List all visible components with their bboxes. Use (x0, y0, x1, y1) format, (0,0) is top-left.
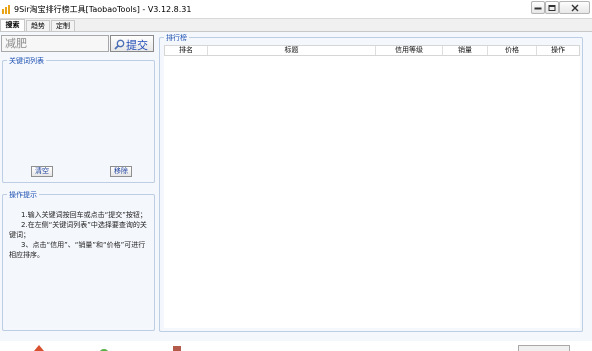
title-bar: 9Sir淘宝排行榜工具[TaobaoTools] - V3.12.8.31 (0, 0, 592, 19)
submit-button[interactable]: 提交 (110, 35, 154, 52)
ranking-table-header: 排名 标题 信用等级 销量 价格 操作 (164, 45, 580, 56)
column-header-title: 标题 (208, 46, 376, 55)
close-icon (571, 4, 578, 11)
tab-search[interactable]: 搜索 (0, 19, 25, 31)
minimize-icon (534, 7, 542, 9)
ranking-group: 排行榜 排名 标题 信用等级 销量 价格 操作 (159, 33, 583, 332)
clear-button[interactable]: 清空 (31, 166, 53, 177)
remove-button[interactable]: 移除 (110, 166, 132, 177)
bottom-button[interactable] (518, 345, 570, 351)
tab-strip: 搜索 趋势 定制 (0, 19, 592, 31)
home-icon[interactable] (33, 343, 45, 351)
refresh-icon[interactable] (98, 343, 110, 351)
tab-custom[interactable]: 定制 (51, 20, 75, 31)
keyword-list-title: 关键词列表 (7, 56, 46, 66)
tips-group: 操作提示 1.输入关键词按回车或点击“提交”按钮； 2.在左侧“关键词列表”中选… (2, 190, 155, 331)
column-header-sales[interactable]: 销量 (443, 46, 488, 55)
window-title: 9Sir淘宝排行榜工具[TaobaoTools] - V3.12.8.31 (14, 5, 192, 14)
ranking-table-body[interactable] (164, 56, 580, 328)
tip-line: 1.输入关键词按回车或点击“提交”按钮； (21, 211, 147, 219)
tip-line: 2.在左侧“关键词列表”中选择要查询的关键词； (9, 221, 147, 239)
search-icon (114, 39, 125, 50)
column-header-price[interactable]: 价格 (488, 46, 537, 55)
minimize-button[interactable] (531, 1, 545, 14)
search-input[interactable]: 减肥 (1, 35, 109, 52)
close-button[interactable] (559, 1, 590, 14)
maximize-button[interactable] (545, 1, 559, 14)
column-header-action: 操作 (551, 46, 565, 54)
tips-text: 1.输入关键词按回车或点击“提交”按钮； 2.在左侧“关键词列表”中选择要查询的… (9, 210, 151, 260)
tool-icon[interactable] (171, 343, 183, 351)
maximize-icon (548, 4, 556, 11)
ranking-title: 排行榜 (164, 33, 189, 43)
tab-trend[interactable]: 趋势 (26, 20, 50, 31)
tip-line: 3、点击“信用”、“销量”和“价格”可进行相应排序。 (9, 241, 146, 259)
keyword-list-group: 关键词列表 清空 移除 (2, 56, 155, 183)
tips-title: 操作提示 (7, 190, 39, 200)
column-header-credit[interactable]: 信用等级 (376, 46, 443, 55)
app-icon (2, 5, 10, 14)
column-header-rank: 排名 (165, 46, 208, 55)
submit-label: 提交 (126, 39, 148, 52)
